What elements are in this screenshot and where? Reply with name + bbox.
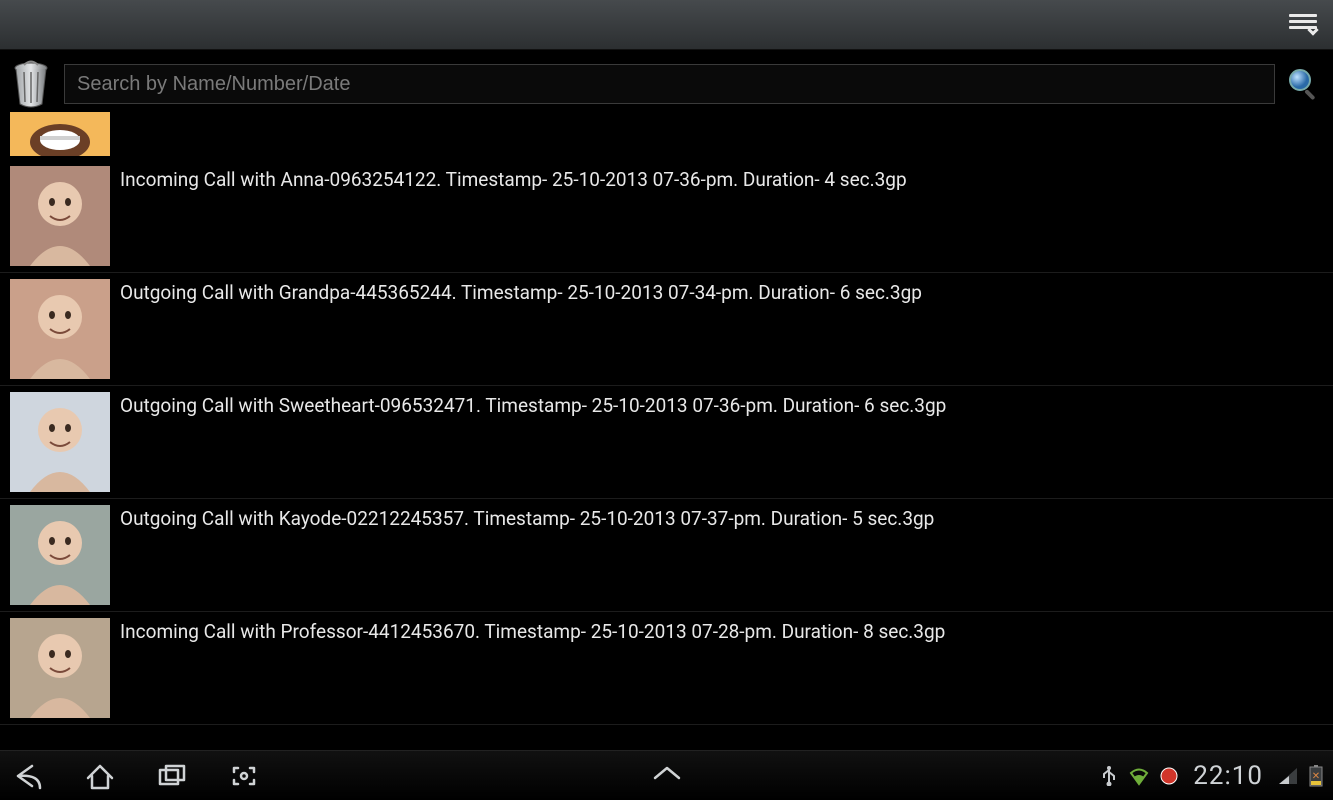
usb-icon [1099,766,1119,786]
call-row[interactable]: Outgoing Call with Sweetheart-096532471.… [0,386,1333,499]
call-row[interactable]: Outgoing Call with Grandpa-445365244. Ti… [0,273,1333,386]
app-top-bar [0,0,1333,50]
call-row[interactable]: Outgoing Call with Kayode-02212245357. T… [0,499,1333,612]
call-row[interactable]: Incoming Call with Professor-4412453670.… [0,612,1333,725]
back-icon[interactable] [10,760,46,792]
home-icon[interactable] [82,760,118,792]
overflow-menu-icon[interactable] [1289,14,1317,36]
pinned-contact-row [0,108,1333,160]
toolbar [0,50,1333,116]
expand-up-icon[interactable] [649,764,685,788]
call-description: Outgoing Call with Kayode-02212245357. T… [120,499,934,530]
call-list: Incoming Call with Anna-0963254122. Time… [0,108,1333,750]
trash-icon[interactable] [10,60,52,108]
recent-apps-icon[interactable] [154,760,190,792]
call-row[interactable]: Incoming Call with Anna-0963254122. Time… [0,160,1333,273]
screenshot-icon[interactable] [226,760,262,792]
contact-avatar[interactable] [10,279,110,379]
system-nav-bar: 22:10 ✕ [0,750,1333,800]
call-description: Incoming Call with Professor-4412453670.… [120,612,945,643]
svg-text:✕: ✕ [1312,771,1320,782]
wifi-icon [1129,766,1149,786]
call-description: Incoming Call with Anna-0963254122. Time… [120,160,907,191]
contact-avatar[interactable] [10,166,110,266]
call-description: Outgoing Call with Sweetheart-096532471.… [120,386,946,417]
search-icon[interactable] [1287,67,1321,101]
record-icon [1159,766,1179,786]
contact-avatar[interactable] [10,505,110,605]
contact-avatar[interactable] [10,392,110,492]
search-input[interactable] [64,64,1275,104]
battery-icon: ✕ [1309,765,1323,787]
cellular-signal-icon [1277,766,1299,786]
call-description: Outgoing Call with Grandpa-445365244. Ti… [120,273,922,304]
contact-avatar[interactable] [10,618,110,718]
status-clock: 22:10 [1193,761,1263,791]
pinned-contact-avatar[interactable] [10,112,110,156]
